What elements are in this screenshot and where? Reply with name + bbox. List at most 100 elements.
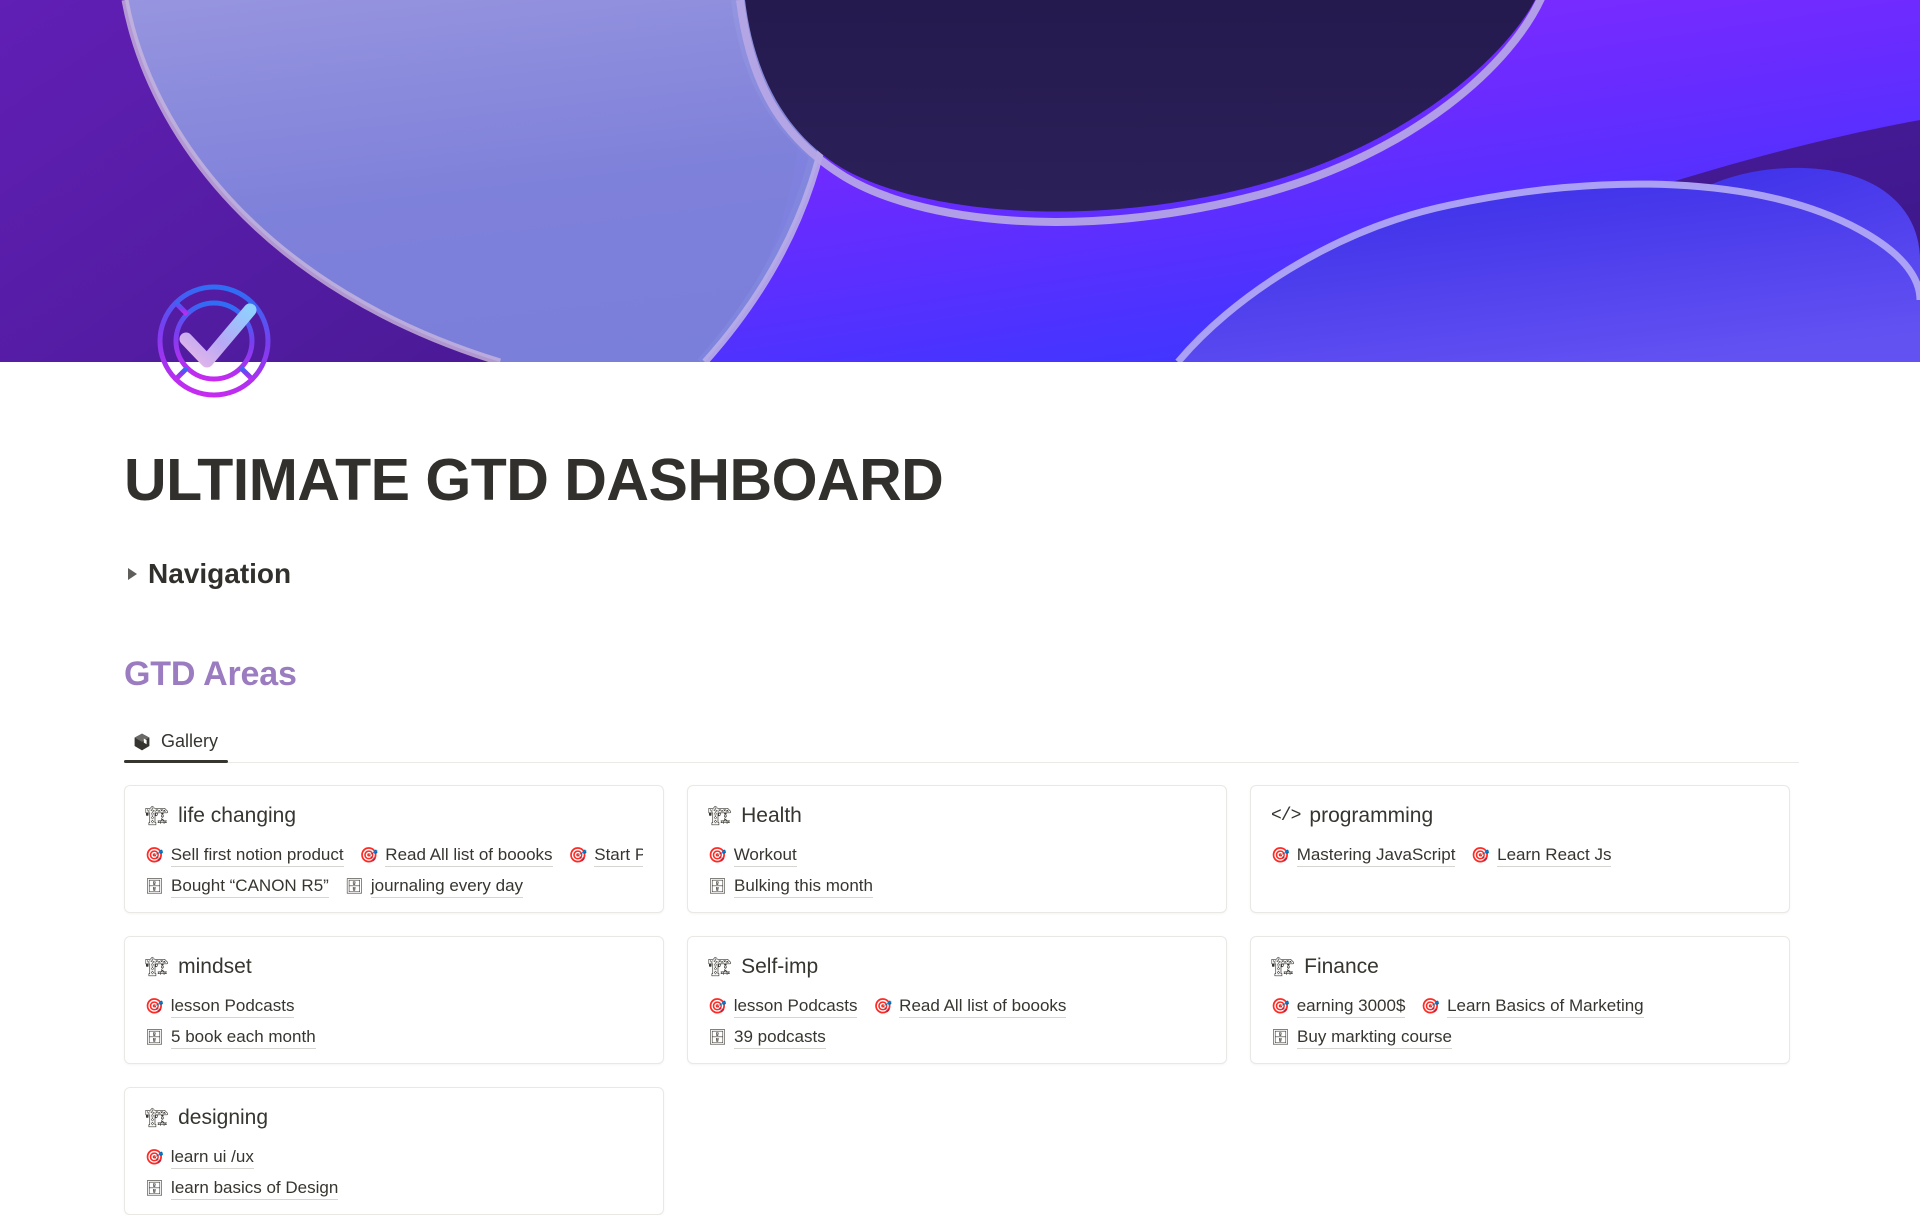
goal-relation-chip[interactable]: 🎯 lesson Podcasts [145, 996, 295, 1018]
dart-icon: 🎯 [145, 997, 164, 1016]
goal-relation-chip[interactable]: 🎯 Read All list of boooks [873, 996, 1067, 1018]
goal-relation-chip[interactable]: 🎯 Workout [708, 845, 797, 867]
crane-icon: 🏗 [145, 804, 170, 827]
item-relation-chip[interactable]: 🗄 Bought “CANON R5” [145, 876, 329, 898]
tab-gallery[interactable]: Gallery [124, 731, 229, 764]
dart-icon: 🎯 [708, 846, 727, 865]
item-relation-chip[interactable]: 🗄 learn basics of Design [145, 1178, 339, 1200]
dart-icon: 🎯 [708, 997, 727, 1016]
gallery-card-title: 🏗 Finance [1271, 955, 1769, 979]
file-cabinet-icon: 🗄 [708, 877, 728, 896]
goal-relation-chip[interactable]: 🎯 Learn React Js [1471, 845, 1612, 867]
goal-relation-chip[interactable]: 🎯 Mastering JavaScript [1271, 845, 1456, 867]
file-cabinet-icon: 🗄 [145, 1028, 165, 1047]
gallery-card-title-text: Health [741, 804, 802, 828]
gallery-card-title-text: Self-imp [741, 955, 819, 979]
gallery-card-title: 🏗 life changing [145, 804, 643, 828]
dart-icon: 🎯 [1471, 846, 1491, 865]
card-goals-row: 🎯 Mastering JavaScript 🎯 Learn React Js [1271, 840, 1769, 871]
dart-icon: 🎯 [359, 846, 379, 865]
crane-icon: 🏗 [708, 955, 733, 978]
gallery-box-icon [132, 732, 152, 752]
item-relation-chip[interactable]: 🗄 Bulking this month [708, 876, 873, 898]
card-goals-row: 🎯 Sell first notion product 🎯 Read All list… [145, 840, 643, 871]
dart-icon: 🎯 [145, 1148, 164, 1167]
tab-gallery-label: Gallery [161, 731, 219, 752]
goal-relation-chip[interactable]: 🎯 Learn Basics of Marketing [1421, 996, 1644, 1018]
goal-label: lesson Podcasts [170, 996, 295, 1018]
gallery-card-title-text: mindset [178, 955, 252, 979]
gallery-card-title-text: Finance [1304, 955, 1379, 979]
card-items-row: 🗄 Bought “CANON R5” 🗄 journaling every day [145, 871, 643, 902]
gallery-card[interactable]: 🏗 Finance 🎯 earning 3000$ 🎯 Learn Basics of M… [1250, 936, 1790, 1065]
database-view-tabs: Gallery [124, 718, 1799, 764]
dart-icon: 🎯 [873, 997, 893, 1016]
page-icon[interactable] [150, 277, 278, 405]
goal-relation-chip[interactable]: 🎯 learn ui /ux [145, 1147, 254, 1169]
goal-relation-chip[interactable]: 🎯 Start Phtotgraphy [569, 845, 643, 867]
item-relation-chip[interactable]: 🗄 5 book each month [145, 1027, 316, 1049]
goal-relation-chip[interactable]: 🎯 lesson Podcasts [708, 996, 858, 1018]
gallery-card[interactable]: 🏗 Health 🎯 Workout 🗄 Bulking this month [687, 785, 1227, 914]
gallery-grid: 🏗 life changing 🎯 Sell first notion product… [124, 785, 1799, 1215]
goal-label: Workout [733, 845, 797, 867]
card-items-row: 🗄 Buy markting course [1271, 1022, 1769, 1053]
file-cabinet-icon: 🗄 [145, 1179, 165, 1198]
gallery-card-title: 🏗 Self-imp [708, 955, 1206, 979]
item-label: journaling every day [370, 876, 524, 898]
item-label: 5 book each month [171, 1027, 316, 1049]
goal-label: Sell first notion product [170, 845, 344, 867]
gallery-card[interactable]: 🏗 designing 🎯 learn ui /ux 🗄 learn basics of … [124, 1087, 664, 1215]
code-icon: </> [1271, 806, 1301, 827]
gallery-card-title-text: life changing [178, 804, 297, 828]
triangle-right-icon[interactable] [128, 568, 137, 581]
navigation-label: Navigation [148, 558, 292, 590]
page-cover[interactable] [0, 0, 1920, 362]
item-relation-chip[interactable]: 🗄 Buy markting course [1271, 1027, 1452, 1049]
crane-icon: 🏗 [708, 804, 733, 827]
card-items-row: 🗄 learn basics of Design [145, 1173, 643, 1204]
item-label: Buy markting course [1297, 1027, 1452, 1049]
item-relation-chip[interactable]: 🗄 journaling every day [344, 876, 524, 898]
card-items-row: 🗄 5 book each month [145, 1022, 643, 1053]
page-content: ULTIMATE GTD DASHBOARD Navigation GTD Ar… [0, 362, 1920, 1215]
gallery-card-title: 🏗 Health [708, 804, 1206, 828]
goal-relation-chip[interactable]: 🎯 Sell first notion product [145, 845, 344, 867]
card-items-row: 🗄 Bulking this month [708, 871, 1206, 902]
gtd-areas-heading: GTD Areas [124, 655, 297, 694]
page-title: ULTIMATE GTD DASHBOARD [124, 447, 944, 513]
goal-relation-chip[interactable]: 🎯 Read All list of boooks [360, 845, 553, 867]
item-label: Bought “CANON R5” [171, 876, 329, 898]
goal-label: Mastering JavaScript [1296, 845, 1456, 867]
goal-label: Learn React Js [1497, 845, 1612, 867]
notion-page: ULTIMATE GTD DASHBOARD Navigation GTD Ar… [0, 0, 1920, 1215]
dart-icon: 🎯 [1421, 997, 1441, 1016]
goal-label: Learn Basics of Marketing [1447, 996, 1644, 1018]
goal-label: earning 3000$ [1296, 996, 1406, 1018]
dart-icon: 🎯 [1271, 846, 1290, 865]
dart-icon: 🎯 [1271, 997, 1290, 1016]
crane-icon: 🏗 [145, 955, 170, 978]
goal-label: lesson Podcasts [733, 996, 858, 1018]
card-goals-row: 🎯 lesson Podcasts [145, 991, 643, 1022]
card-goals-row: 🎯 learn ui /ux [145, 1142, 643, 1173]
navigation-toggle[interactable]: Navigation [124, 558, 291, 590]
gallery-card[interactable]: 🏗 mindset 🎯 lesson Podcasts 🗄 5 book each mon… [124, 936, 664, 1065]
gallery-card[interactable]: 🏗 life changing 🎯 Sell first notion product… [124, 785, 664, 914]
file-cabinet-icon: 🗄 [708, 1028, 728, 1047]
file-cabinet-icon: 🗄 [344, 877, 364, 896]
item-label: Bulking this month [734, 876, 873, 898]
file-cabinet-icon: 🗄 [145, 877, 165, 896]
gtd-check-dial-icon [157, 284, 271, 398]
gallery-card-title-text: programming [1309, 804, 1434, 828]
gallery-card[interactable]: </> programming 🎯 Mastering JavaScript 🎯 Lear… [1250, 785, 1790, 914]
gallery-card[interactable]: 🏗 Self-imp 🎯 lesson Podcasts 🎯 Read All list … [687, 936, 1227, 1065]
goal-relation-chip[interactable]: 🎯 earning 3000$ [1271, 996, 1406, 1018]
crane-icon: 🏗 [1271, 955, 1296, 978]
goal-label: Read All list of boooks [385, 845, 553, 867]
item-relation-chip[interactable]: 🗄 39 podcasts [708, 1027, 826, 1049]
dart-icon: 🎯 [568, 846, 588, 865]
card-goals-row: 🎯 lesson Podcasts 🎯 Read All list of boooks [708, 991, 1206, 1022]
gallery-card-title-text: designing [178, 1106, 269, 1130]
card-goals-row: 🎯 Workout [708, 840, 1206, 871]
